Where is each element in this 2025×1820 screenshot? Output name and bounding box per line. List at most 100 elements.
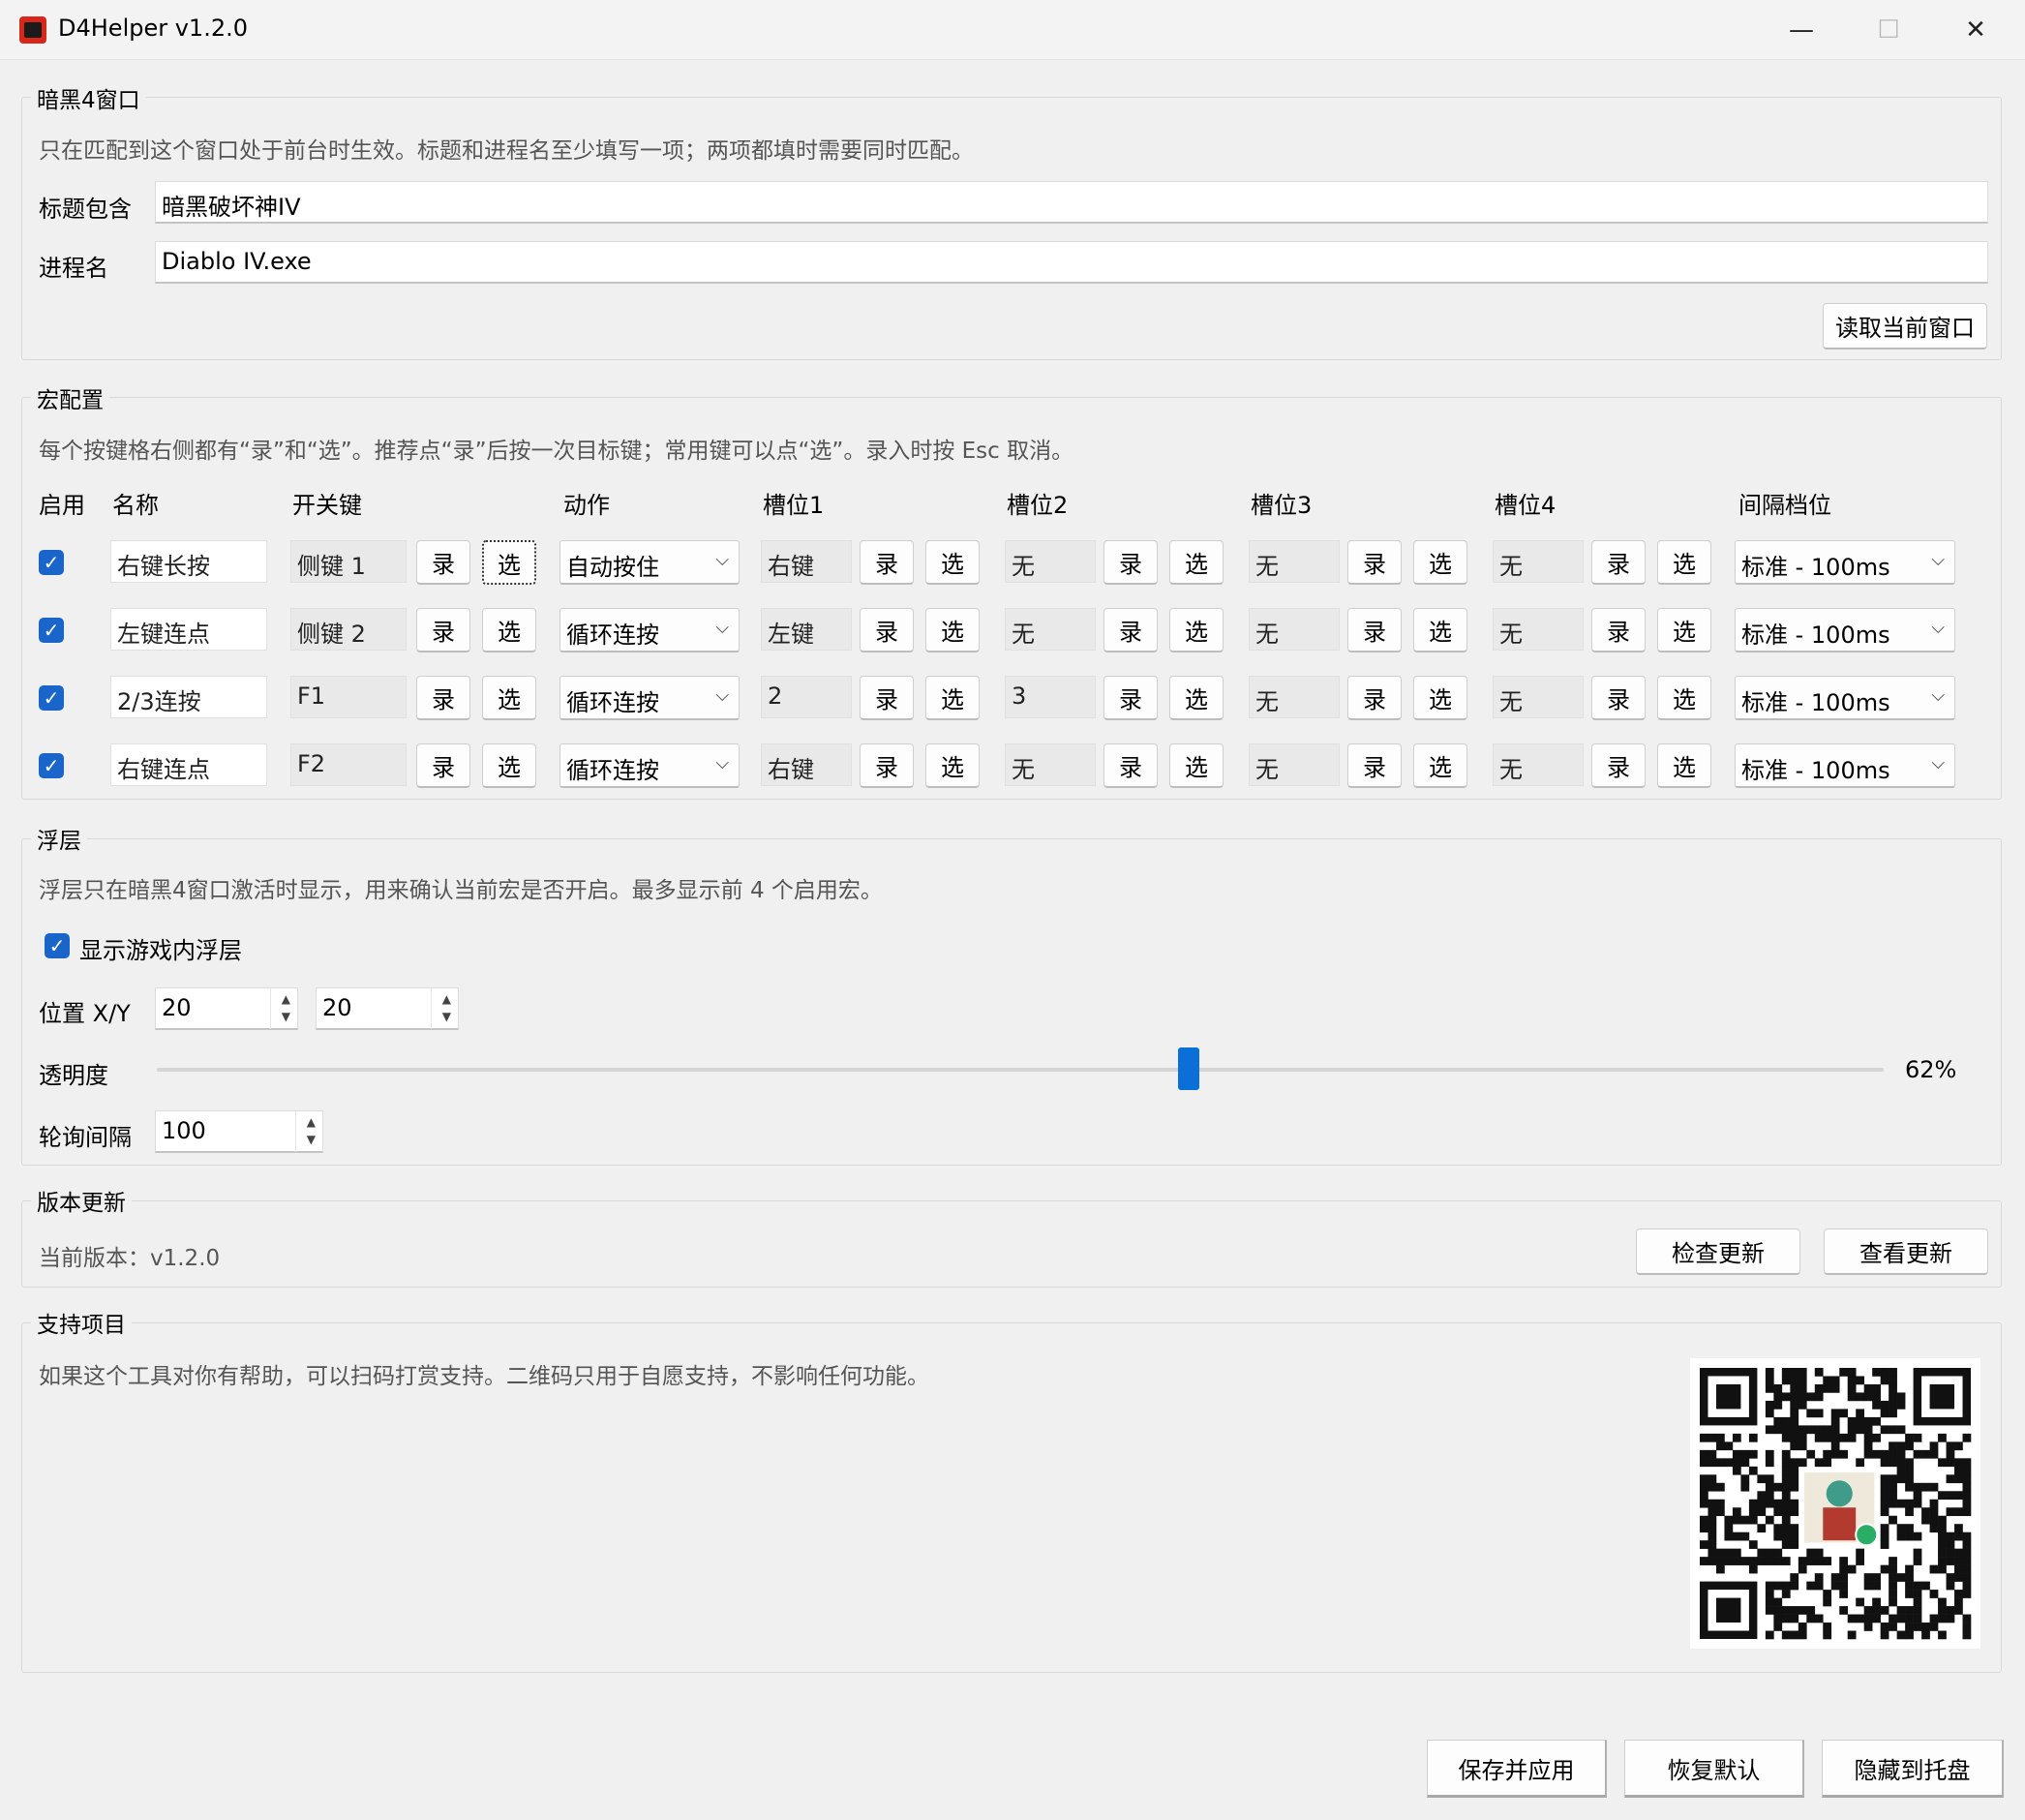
read-current-window-button[interactable]: 读取当前窗口 [1823,303,1987,349]
chevron-down-icon: ⌵ [1931,618,1945,638]
spin-down-icon[interactable]: ▼ [282,1011,290,1022]
hide-to-tray-button[interactable]: 隐藏到托盘 [1822,1740,2004,1798]
slot4-record-button[interactable]: 录 [1591,540,1646,585]
column-header-hotkey: 开关键 [292,492,362,519]
slot2-select-button[interactable]: 选 [1169,608,1224,652]
macro-interval-value: 标准 - 100ms [1741,554,1890,581]
macro-action-dropdown[interactable]: 循环连按 ⌵ [559,743,740,788]
position-y-spinbox[interactable]: 20 ▲ ▼ [316,987,459,1030]
check-update-button[interactable]: 检查更新 [1636,1228,1800,1275]
opacity-slider-thumb[interactable] [1178,1047,1200,1090]
slot2-record-button[interactable]: 录 [1103,676,1158,720]
hotkey-record-button[interactable]: 录 [416,608,470,652]
overlay-hint: 浮层只在暗黑4窗口激活时显示，用来确认当前宏是否开启。最多显示前 4 个启用宏。 [39,878,883,903]
spin-up-icon[interactable]: ▲ [442,993,451,1005]
opacity-value: 62% [1905,1056,1957,1083]
slot2-record-button[interactable]: 录 [1103,608,1158,652]
spin-up-icon[interactable]: ▲ [307,1116,316,1128]
slot4-record-button[interactable]: 录 [1591,676,1646,720]
macro-slot3-field: 无 [1249,743,1340,786]
hotkey-select-button[interactable]: 选 [482,540,536,585]
hotkey-record-button[interactable]: 录 [416,743,470,788]
position-x-arrows[interactable]: ▲ ▼ [270,988,297,1029]
show-overlay-checkbox[interactable]: ✓ [45,933,70,958]
spin-up-icon[interactable]: ▲ [282,993,290,1005]
macro-name-field[interactable]: 右键连点 [110,743,267,786]
macro-hotkey-field: 侧键 2 [290,608,407,651]
slot3-record-button[interactable]: 录 [1347,608,1402,652]
poll-interval-arrows[interactable]: ▲ ▼ [295,1111,322,1152]
macro-action-dropdown[interactable]: 自动按住 ⌵ [559,540,740,585]
slot1-record-button[interactable]: 录 [860,743,914,788]
target-window-group-title: 暗黑4窗口 [31,81,146,114]
save-apply-button[interactable]: 保存并应用 [1427,1740,1607,1798]
slot3-record-button[interactable]: 录 [1347,676,1402,720]
slot2-select-button[interactable]: 选 [1169,743,1224,788]
macro-interval-dropdown[interactable]: 标准 - 100ms ⌵ [1735,743,1955,788]
view-update-button[interactable]: 查看更新 [1824,1228,1988,1275]
close-button[interactable]: ✕ [1932,0,2019,60]
slot4-record-button[interactable]: 录 [1591,608,1646,652]
position-y-value: 20 [322,994,352,1021]
slot1-record-button[interactable]: 录 [860,676,914,720]
column-header-slot2: 槽位2 [1007,492,1069,519]
overlay-group-title: 浮层 [31,822,87,855]
slot3-record-button[interactable]: 录 [1347,540,1402,585]
spin-down-icon[interactable]: ▼ [442,1011,451,1022]
maximize-button[interactable]: ☐ [1845,0,1932,60]
slot2-select-button[interactable]: 选 [1169,540,1224,585]
slot1-record-button[interactable]: 录 [860,608,914,652]
macro-interval-dropdown[interactable]: 标准 - 100ms ⌵ [1735,608,1955,652]
slot4-select-button[interactable]: 选 [1657,540,1711,585]
slot4-select-button[interactable]: 选 [1657,743,1711,788]
slot3-select-button[interactable]: 选 [1413,743,1467,788]
current-version-text: 当前版本：v1.2.0 [39,1246,221,1271]
poll-interval-spinbox[interactable]: 100 ▲ ▼ [155,1110,323,1153]
slot4-record-button[interactable]: 录 [1591,743,1646,788]
position-y-arrows[interactable]: ▲ ▼ [431,988,458,1029]
macro-enable-checkbox[interactable]: ✓ [39,550,64,575]
slot3-select-button[interactable]: 选 [1413,608,1467,652]
hotkey-record-button[interactable]: 录 [416,540,470,585]
process-name-input[interactable]: Diablo IV.exe [155,241,1988,284]
slot2-select-button[interactable]: 选 [1169,676,1224,720]
hotkey-select-button[interactable]: 选 [482,608,536,652]
poll-interval-value: 100 [162,1117,206,1144]
macro-enable-checkbox[interactable]: ✓ [39,753,64,778]
macro-hotkey-field: F2 [290,743,407,786]
slot4-select-button[interactable]: 选 [1657,676,1711,720]
opacity-slider[interactable] [157,1047,1884,1092]
macro-interval-dropdown[interactable]: 标准 - 100ms ⌵ [1735,676,1955,720]
macro-action-value: 循环连按 [566,689,659,716]
position-x-spinbox[interactable]: 20 ▲ ▼ [155,987,298,1030]
macro-action-dropdown[interactable]: 循环连按 ⌵ [559,676,740,720]
macro-slot4-field: 无 [1493,676,1584,718]
hotkey-record-button[interactable]: 录 [416,676,470,720]
slot1-select-button[interactable]: 选 [925,743,980,788]
restore-default-button[interactable]: 恢复默认 [1624,1740,1804,1798]
slot1-select-button[interactable]: 选 [925,540,980,585]
macro-enable-checkbox[interactable]: ✓ [39,685,64,711]
slot1-record-button[interactable]: 录 [860,540,914,585]
slot4-select-button[interactable]: 选 [1657,608,1711,652]
slot2-record-button[interactable]: 录 [1103,540,1158,585]
macro-name-field[interactable]: 2/3连按 [110,676,267,718]
slot1-select-button[interactable]: 选 [925,608,980,652]
hotkey-select-button[interactable]: 选 [482,743,536,788]
slot3-record-button[interactable]: 录 [1347,743,1402,788]
macro-name-field[interactable]: 左键连点 [110,608,267,651]
macro-slot4-field: 无 [1493,540,1584,583]
macro-interval-dropdown[interactable]: 标准 - 100ms ⌵ [1735,540,1955,585]
macro-name-field[interactable]: 右键长按 [110,540,267,583]
slot3-select-button[interactable]: 选 [1413,676,1467,720]
minimize-button[interactable]: — [1758,0,1845,60]
slot3-select-button[interactable]: 选 [1413,540,1467,585]
macro-enable-checkbox[interactable]: ✓ [39,618,64,643]
spin-down-icon[interactable]: ▼ [307,1134,316,1145]
chevron-down-icon: ⌵ [715,753,729,774]
slot1-select-button[interactable]: 选 [925,676,980,720]
title-contains-input[interactable]: 暗黑破坏神IV [155,181,1988,224]
macro-action-dropdown[interactable]: 循环连按 ⌵ [559,608,740,652]
hotkey-select-button[interactable]: 选 [482,676,536,720]
slot2-record-button[interactable]: 录 [1103,743,1158,788]
